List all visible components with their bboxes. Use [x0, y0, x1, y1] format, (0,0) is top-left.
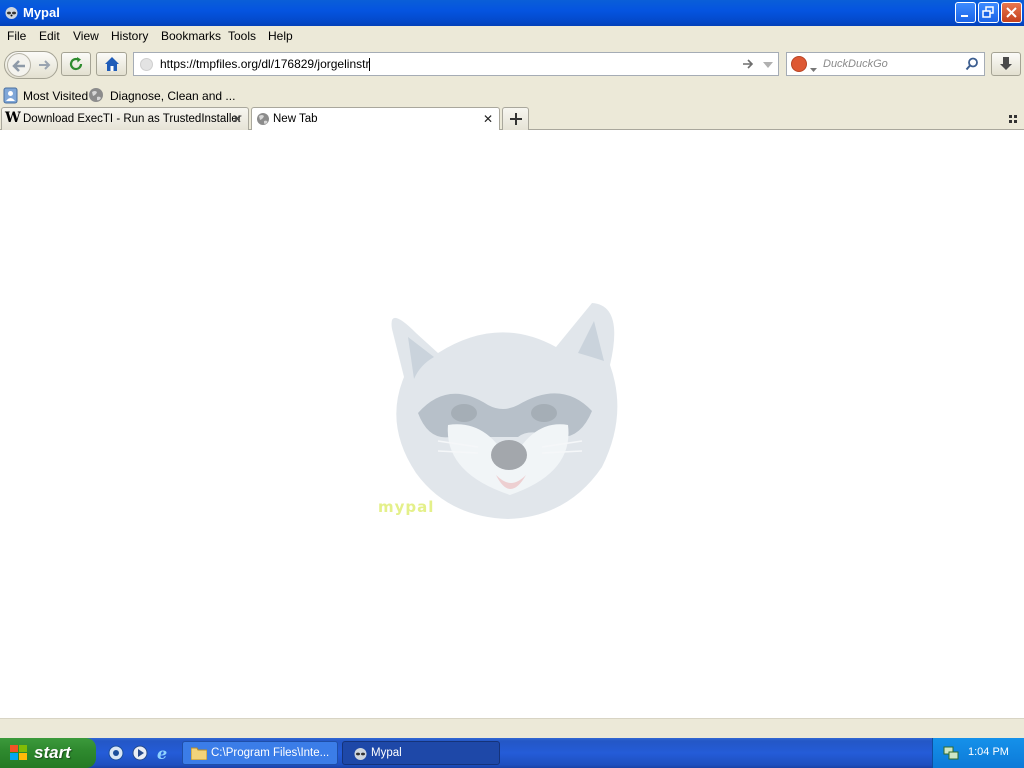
downloads-button[interactable]: [991, 52, 1021, 76]
search-engine-dropdown-icon[interactable]: [810, 62, 817, 76]
mypal-icon: [353, 746, 368, 764]
globe-icon: [88, 87, 104, 106]
windows-logo-icon: [10, 745, 28, 764]
back-forward-group: [4, 51, 58, 79]
home-button[interactable]: [96, 52, 127, 76]
menu-bookmarks[interactable]: Bookmarks: [161, 29, 221, 43]
restore-button[interactable]: [978, 2, 999, 23]
duckduckgo-icon[interactable]: [791, 56, 807, 72]
url-bar[interactable]: https://tmpfiles.org/dl/176829/jorgelins…: [133, 52, 779, 76]
back-arrow-icon[interactable]: [7, 53, 31, 77]
navigation-toolbar: https://tmpfiles.org/dl/176829/jorgelins…: [0, 46, 1024, 84]
menu-help[interactable]: Help: [268, 29, 293, 43]
tab-label: Download ExecTI - Run as TrustedInstalle…: [23, 113, 242, 125]
tab-label: New Tab: [273, 113, 318, 125]
search-icon[interactable]: [965, 57, 979, 74]
url-input[interactable]: https://tmpfiles.org/dl/176829/jorgelins…: [160, 57, 371, 72]
page-content: mypal: [0, 130, 1024, 718]
minimize-button[interactable]: [955, 2, 976, 23]
bookmarks-toolbar: Most Visited Diagnose, Clean and ...: [0, 84, 1024, 106]
taskbar-item-mypal[interactable]: Mypal: [342, 741, 500, 765]
close-button[interactable]: [1001, 2, 1022, 23]
menu-view[interactable]: View: [73, 29, 99, 43]
forward-arrow-icon[interactable]: [36, 56, 54, 74]
search-input[interactable]: DuckDuckGo: [823, 58, 888, 70]
bookmarks-icon: [3, 87, 18, 107]
window-titlebar: Mypal: [0, 0, 1024, 26]
folder-icon: [190, 746, 208, 763]
task-label: C:\Program Files\Inte...: [211, 747, 330, 759]
tab-close-icon[interactable]: ✕: [483, 112, 493, 126]
url-dropdown-icon[interactable]: [762, 59, 774, 73]
system-tray: 1:04 PM: [932, 738, 1024, 768]
menu-tools[interactable]: Tools: [228, 29, 256, 43]
quick-launch-media-player-icon[interactable]: [132, 745, 148, 764]
search-bar[interactable]: DuckDuckGo: [786, 52, 985, 76]
menu-file[interactable]: File: [7, 29, 26, 43]
network-icon[interactable]: [943, 745, 959, 764]
tab-list-icon[interactable]: [1009, 114, 1019, 128]
reload-button[interactable]: [61, 52, 91, 76]
tab-download-execti[interactable]: W Download ExecTI - Run as TrustedInstal…: [1, 107, 249, 130]
quick-launch-internet-explorer-icon[interactable]: e: [155, 744, 173, 765]
bookmark-label: Diagnose, Clean and ...: [110, 89, 236, 103]
tab-strip: W Download ExecTI - Run as TrustedInstal…: [0, 106, 1024, 131]
window-title: Mypal: [23, 5, 60, 20]
quick-launch-ie-shell-icon[interactable]: [108, 745, 124, 764]
mypal-raccoon-logo: [378, 295, 628, 525]
bookmark-most-visited[interactable]: Most Visited: [3, 87, 88, 107]
mypal-logo-text: mypal: [378, 498, 435, 516]
windows-taskbar: start e C:\Program Files\Inte... Mypal 1…: [0, 738, 1024, 768]
mypal-icon: [4, 5, 19, 20]
start-button[interactable]: start: [0, 738, 96, 768]
reload-icon: [69, 57, 83, 71]
taskbar-item-explorer[interactable]: C:\Program Files\Inte...: [182, 741, 338, 765]
system-clock: 1:04 PM: [968, 746, 1009, 758]
start-label: start: [34, 743, 71, 762]
status-bar: [0, 718, 1024, 738]
site-identity-icon[interactable]: [140, 58, 153, 71]
bookmark-diagnose[interactable]: Diagnose, Clean and ...: [88, 87, 235, 106]
new-tab-button[interactable]: [502, 107, 529, 130]
download-arrow-icon: [1000, 57, 1012, 70]
bookmark-label: Most Visited: [23, 89, 89, 103]
menu-bar: File Edit View History Bookmarks Tools H…: [0, 26, 1024, 46]
home-icon: [105, 57, 119, 71]
svg-text:e: e: [157, 744, 167, 762]
plus-icon: [510, 113, 522, 125]
menu-edit[interactable]: Edit: [39, 29, 60, 43]
tab-close-icon[interactable]: ✕: [232, 112, 242, 126]
menu-history[interactable]: History: [111, 29, 148, 43]
go-arrow-icon[interactable]: [741, 57, 755, 74]
globe-icon: [256, 112, 270, 129]
w-favicon-icon: W: [5, 110, 21, 126]
tab-new-tab[interactable]: New Tab ✕: [251, 107, 500, 131]
task-label: Mypal: [371, 747, 402, 759]
